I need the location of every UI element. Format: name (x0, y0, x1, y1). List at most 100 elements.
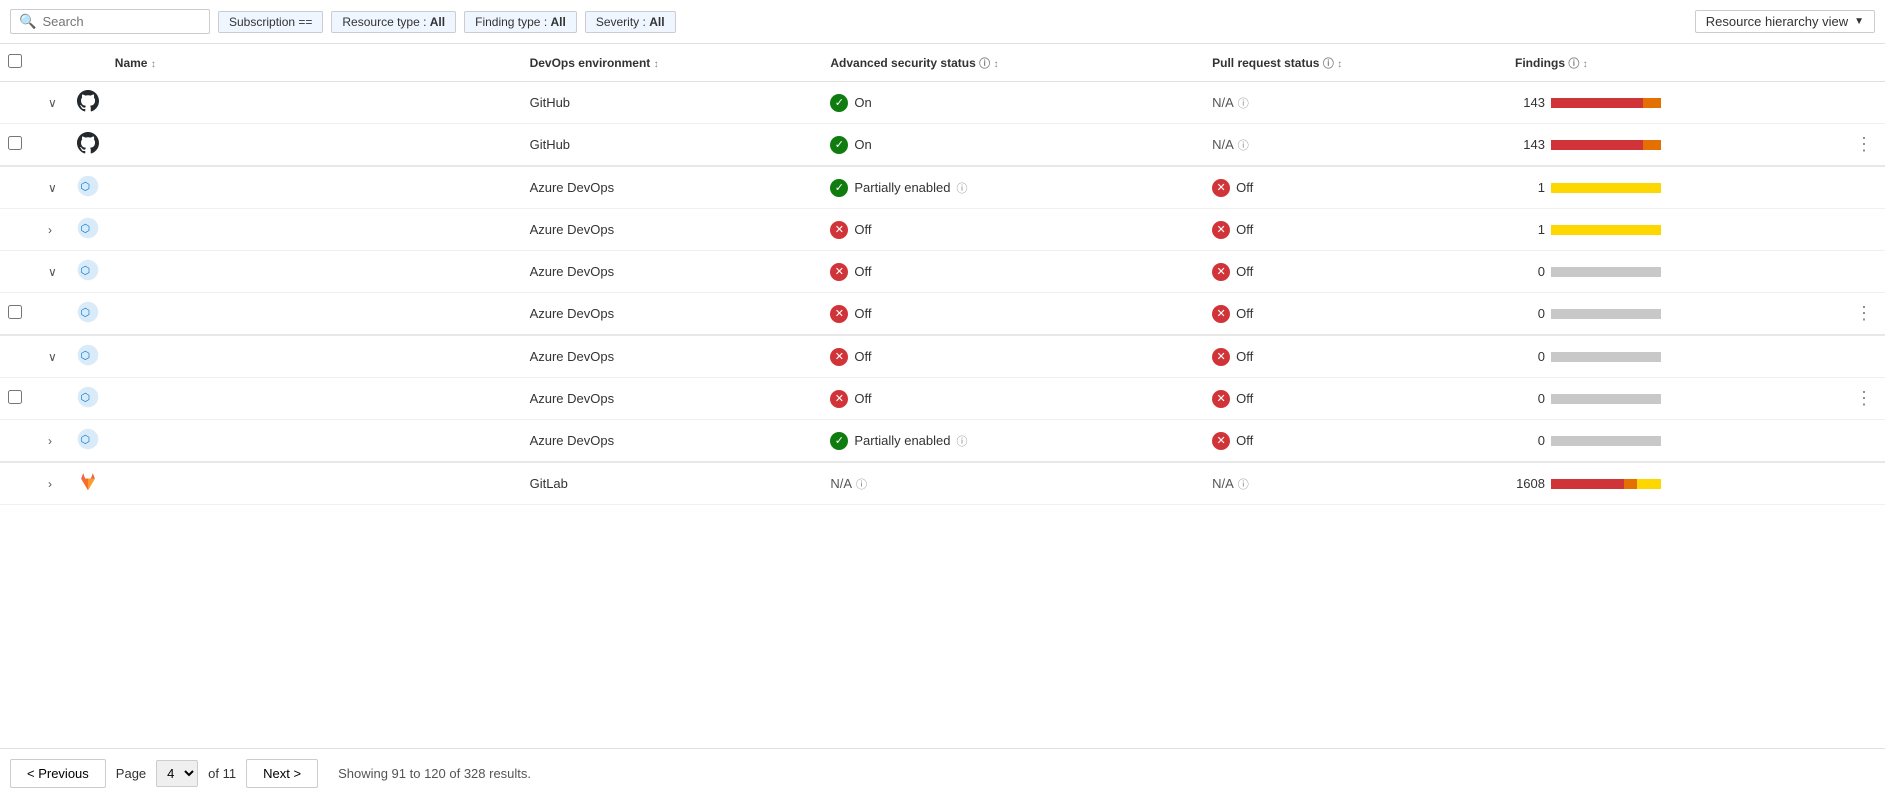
name-cell (107, 335, 522, 378)
header-checkbox-col[interactable] (0, 44, 36, 82)
devops-sort-icon: ↕ (654, 59, 659, 70)
header-findings[interactable]: Findings ⓘ ↕ (1507, 44, 1843, 82)
name-cell (107, 166, 522, 209)
icon-cell: ⬡ (69, 420, 107, 463)
security-cell: ✓ On (822, 82, 1204, 124)
filter-subscription[interactable]: Subscription == (218, 11, 323, 33)
filter-finding-type[interactable]: Finding type : All (464, 11, 577, 33)
svg-text:⬡: ⬡ (80, 350, 90, 362)
svg-text:⬡: ⬡ (80, 392, 90, 404)
header-pullrequest[interactable]: Pull request status ⓘ ↕ (1204, 44, 1507, 82)
github-icon (77, 142, 99, 157)
security-cell: ✓ Partially enabledⓘ (822, 166, 1204, 209)
checkbox-cell (0, 420, 36, 463)
header-devops[interactable]: DevOps environment ↕ (522, 44, 823, 82)
findings-count: 0 (1515, 264, 1545, 279)
filter-severity[interactable]: Severity : All (585, 11, 676, 33)
devops-icon: ⬡ (77, 354, 99, 369)
header-name[interactable]: Name ↕ (107, 44, 522, 82)
table-row: ⬡ Azure DevOps ✕ Off ✕ Off 0 ⋮ (0, 293, 1885, 336)
expand-button[interactable]: ∨ (44, 94, 61, 112)
expand-cell[interactable]: › (36, 420, 69, 463)
table-row: ∨ ⬡ Azure DevOps ✕ Off ✕ Off 0 (0, 335, 1885, 378)
devops-icon: ⬡ (77, 185, 99, 200)
table-row: ∨ ⬡ Azure DevOps ✕ Off ✕ Off 0 (0, 251, 1885, 293)
icon-cell: ⬡ (69, 209, 107, 251)
checkbox-cell[interactable] (0, 293, 36, 336)
row-checkbox[interactable] (8, 136, 22, 150)
findings-cell: 1 (1507, 209, 1843, 251)
more-options-button[interactable]: ⋮ (1851, 134, 1877, 154)
search-icon: 🔍 (19, 13, 36, 30)
findings-count: 1608 (1515, 476, 1545, 491)
row-checkbox[interactable] (8, 390, 22, 404)
more-options-cell (1843, 420, 1885, 463)
devops-icon: ⬡ (77, 396, 99, 411)
name-cell (107, 82, 522, 124)
status-indicator: ✓ (830, 179, 848, 197)
select-all-checkbox[interactable] (8, 54, 22, 68)
status-indicator: ✕ (1212, 263, 1230, 281)
info-icon: ⓘ (856, 476, 867, 492)
checkbox-cell[interactable] (0, 378, 36, 420)
search-box[interactable]: 🔍 (10, 9, 210, 34)
more-options-button[interactable]: ⋮ (1851, 303, 1877, 323)
header-icon-col (69, 44, 107, 82)
expand-cell[interactable]: ∨ (36, 82, 69, 124)
expand-cell[interactable]: › (36, 209, 69, 251)
more-options-cell[interactable]: ⋮ (1843, 378, 1885, 420)
expand-cell[interactable]: ∨ (36, 335, 69, 378)
status-indicator: ✕ (1212, 348, 1230, 366)
name-cell (107, 462, 522, 505)
row-checkbox[interactable] (8, 305, 22, 319)
filter-resource-type[interactable]: Resource type : All (331, 11, 456, 33)
status-indicator: ✕ (830, 390, 848, 408)
devops-cell: GitLab (522, 462, 823, 505)
expand-button[interactable]: ∨ (44, 179, 61, 197)
name-cell (107, 293, 522, 336)
expand-cell[interactable]: ∨ (36, 251, 69, 293)
hierarchy-view-dropdown[interactable]: Resource hierarchy view ▼ (1695, 10, 1875, 33)
devops-cell: Azure DevOps (522, 166, 823, 209)
top-bar: 🔍 Subscription == Resource type : All Fi… (0, 0, 1885, 44)
table-container: Name ↕ DevOps environment ↕ Advanced sec… (0, 44, 1885, 565)
status-indicator: ✕ (830, 263, 848, 281)
devops-cell: Azure DevOps (522, 209, 823, 251)
pr-cell: ✕ Off (1204, 420, 1507, 463)
expand-button[interactable]: › (44, 432, 56, 450)
devops-icon: ⬡ (77, 438, 99, 453)
checkbox-cell[interactable] (0, 124, 36, 167)
more-options-cell[interactable]: ⋮ (1843, 293, 1885, 336)
expand-button[interactable]: ∨ (44, 348, 61, 366)
findings-cell: 1 (1507, 166, 1843, 209)
security-cell: ✕ Off (822, 378, 1204, 420)
name-sort-icon: ↕ (151, 59, 156, 70)
more-options-cell[interactable]: ⋮ (1843, 124, 1885, 167)
search-input[interactable] (42, 14, 201, 29)
devops-icon: ⬡ (77, 227, 99, 242)
expand-cell[interactable] (36, 124, 69, 167)
status-indicator: ✕ (830, 305, 848, 323)
expand-cell[interactable] (36, 293, 69, 336)
header-security[interactable]: Advanced security status ⓘ ↕ (822, 44, 1204, 82)
expand-button[interactable]: ∨ (44, 263, 61, 281)
gitlab-icon (77, 481, 99, 496)
checkbox-cell (0, 209, 36, 251)
more-options-button[interactable]: ⋮ (1851, 388, 1877, 408)
checkbox-cell (0, 335, 36, 378)
findings-sort-icon: ↕ (1583, 59, 1588, 70)
page-label-text: Page (116, 766, 146, 781)
expand-cell[interactable]: ∨ (36, 166, 69, 209)
page-select[interactable]: 4 (156, 760, 198, 787)
next-button[interactable]: Next > (246, 759, 318, 788)
devops-cell: Azure DevOps (522, 378, 823, 420)
status-indicator: ✕ (830, 348, 848, 366)
pr-cell: N/A ⓘ (1204, 462, 1507, 505)
more-options-cell (1843, 462, 1885, 505)
status-indicator: ✕ (830, 221, 848, 239)
expand-button[interactable]: › (44, 221, 56, 239)
expand-cell[interactable]: › (36, 462, 69, 505)
expand-cell[interactable] (36, 378, 69, 420)
previous-button[interactable]: < Previous (10, 759, 106, 788)
expand-button[interactable]: › (44, 475, 56, 493)
